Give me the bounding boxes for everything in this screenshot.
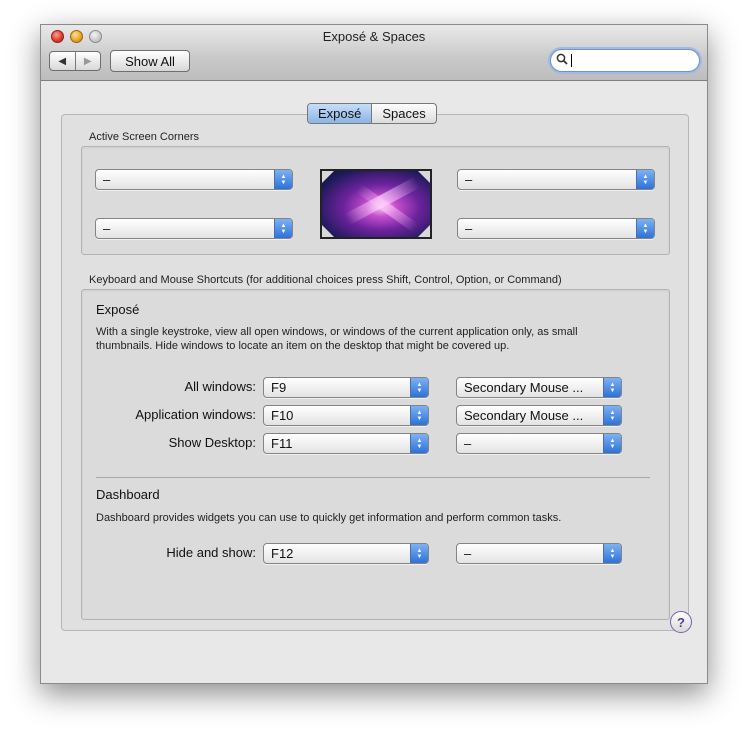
updown-arrows-icon: ▲ ▼	[410, 406, 428, 425]
titlebar: Exposé & Spaces ◀ ▶ Show All	[41, 25, 707, 81]
corner-bottom-right-popup[interactable]: – ▲ ▼	[457, 218, 655, 239]
section-divider	[96, 477, 650, 478]
preferences-window: Exposé & Spaces ◀ ▶ Show All Exposé Spac…	[40, 24, 708, 684]
popup-value: F11	[271, 436, 293, 451]
expose-section-title: Exposé	[96, 302, 140, 317]
corner-marker-top-right	[418, 171, 430, 183]
dashboard-description: Dashboard provides widgets you can use t…	[96, 512, 562, 524]
popup-value: –	[464, 436, 472, 451]
help-button[interactable]: ?	[670, 611, 692, 633]
updown-arrows-icon: ▲ ▼	[410, 434, 428, 453]
application-windows-mouse-popup[interactable]: Secondary Mouse ... ▲ ▼	[456, 405, 622, 426]
corner-marker-bottom-right	[418, 225, 430, 237]
all-windows-label: All windows:	[184, 379, 256, 394]
window-title: Exposé & Spaces	[322, 29, 426, 44]
all-windows-mouse-popup[interactable]: Secondary Mouse ... ▲ ▼	[456, 377, 622, 398]
expose-description-line2: thumbnails. Hide windows to locate an it…	[96, 340, 510, 352]
popup-value: F10	[271, 408, 294, 423]
text-cursor	[571, 54, 572, 67]
search-input[interactable]	[550, 49, 700, 72]
shortcuts-box: Exposé With a single keystroke, view all…	[81, 289, 670, 620]
updown-arrows-icon: ▲ ▼	[636, 170, 654, 189]
popup-value: –	[103, 221, 111, 236]
application-windows-key-popup[interactable]: F10 ▲ ▼	[263, 405, 429, 426]
search-icon	[556, 53, 568, 68]
corner-marker-top-left	[322, 171, 334, 183]
all-windows-key-popup[interactable]: F9 ▲ ▼	[263, 377, 429, 398]
updown-arrows-icon: ▲ ▼	[603, 378, 621, 397]
hide-and-show-key-popup[interactable]: F12 ▲ ▼	[263, 543, 429, 564]
updown-arrows-icon: ▲ ▼	[274, 219, 292, 238]
updown-arrows-icon: ▲ ▼	[410, 378, 428, 397]
show-all-button[interactable]: Show All	[110, 50, 190, 72]
show-desktop-mouse-popup[interactable]: – ▲ ▼	[456, 433, 622, 454]
shortcuts-label: Keyboard and Mouse Shortcuts (for additi…	[89, 274, 562, 286]
corner-top-left-popup[interactable]: – ▲ ▼	[95, 169, 293, 190]
tab-bar: Exposé Spaces	[307, 103, 437, 124]
popup-value: F12	[271, 546, 294, 561]
popup-value: –	[465, 172, 473, 187]
back-forward-control: ◀ ▶	[49, 51, 101, 71]
back-arrow-icon: ◀	[58, 55, 67, 67]
dashboard-section-title: Dashboard	[96, 487, 160, 502]
popup-value: F9	[271, 380, 287, 395]
active-screen-corners-label: Active Screen Corners	[89, 131, 200, 143]
updown-arrows-icon: ▲ ▼	[603, 544, 621, 563]
corner-top-right-popup[interactable]: – ▲ ▼	[457, 169, 655, 190]
popup-value: –	[465, 221, 473, 236]
application-windows-label: Application windows:	[135, 407, 256, 422]
forward-button[interactable]: ▶	[74, 52, 101, 70]
updown-arrows-icon: ▲ ▼	[603, 434, 621, 453]
popup-value: –	[103, 172, 111, 187]
updown-arrows-icon: ▲ ▼	[636, 219, 654, 238]
corner-marker-bottom-left	[322, 225, 334, 237]
tab-spaces[interactable]: Spaces	[371, 104, 435, 123]
popup-value: Secondary Mouse ...	[464, 408, 584, 423]
content-area: Exposé Spaces Active Screen Corners – ▲ ▼…	[41, 82, 707, 683]
show-desktop-key-popup[interactable]: F11 ▲ ▼	[263, 433, 429, 454]
hide-and-show-label: Hide and show:	[166, 545, 256, 560]
desktop-preview-image	[320, 169, 432, 239]
updown-arrows-icon: ▲ ▼	[603, 406, 621, 425]
updown-arrows-icon: ▲ ▼	[274, 170, 292, 189]
forward-arrow-icon: ▶	[83, 55, 92, 67]
popup-value: Secondary Mouse ...	[464, 380, 584, 395]
popup-value: –	[464, 546, 472, 561]
tab-panel: Active Screen Corners – ▲ ▼ – ▲ ▼ – ▲ ▼ – ▲…	[61, 114, 689, 631]
updown-arrows-icon: ▲ ▼	[410, 544, 428, 563]
show-desktop-label: Show Desktop:	[168, 435, 256, 450]
help-icon: ?	[677, 614, 685, 630]
corner-bottom-left-popup[interactable]: – ▲ ▼	[95, 218, 293, 239]
back-button[interactable]: ◀	[50, 52, 75, 70]
expose-description-line1: With a single keystroke, view all open w…	[96, 326, 578, 338]
hide-and-show-mouse-popup[interactable]: – ▲ ▼	[456, 543, 622, 564]
tab-expose[interactable]: Exposé	[308, 104, 372, 123]
